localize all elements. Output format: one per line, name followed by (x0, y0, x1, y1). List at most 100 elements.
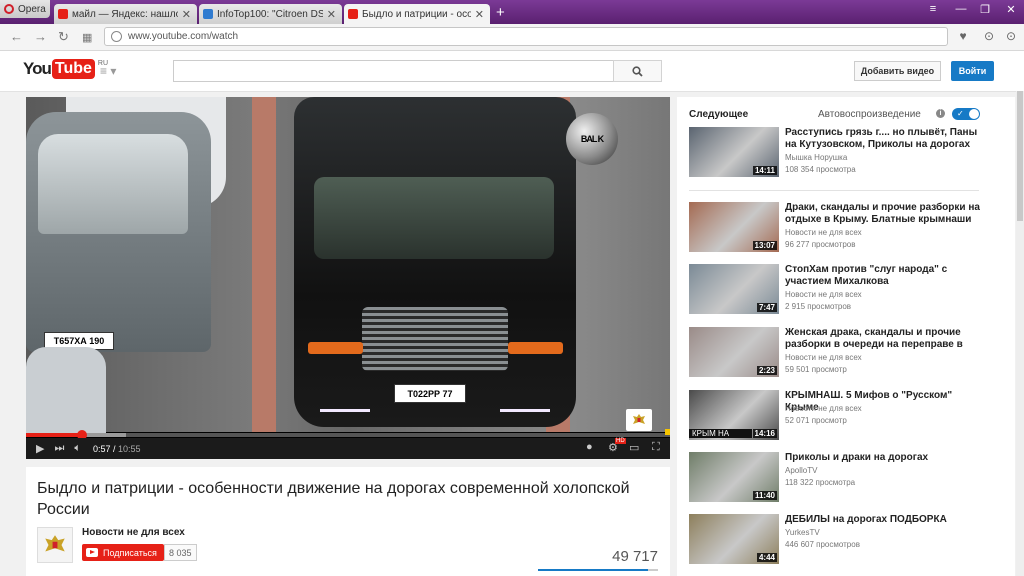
video-thumbnail[interactable]: 4:44 (689, 514, 779, 564)
opera-menu-label: Opera (18, 3, 46, 15)
tab-title: майл — Яндекс: нашлось (72, 8, 178, 20)
related-video-title[interactable]: ДЕБИЛЫ на дорогах ПОДБОРКА (785, 514, 983, 526)
related-video-title[interactable]: СтопХам против "слуг народа" с участием … (785, 264, 983, 288)
extension-icon[interactable]: ⊙ (1003, 28, 1019, 44)
grey-car: Т657ХА 190 (26, 112, 211, 352)
like-ratio-bar (538, 569, 658, 571)
browser-tab-3-active[interactable]: Быдло и патриции - особ ✕ (344, 4, 490, 24)
duration-badge: 2:23 (756, 366, 777, 375)
video-title: Быдло и патриции - особенности движение … (37, 480, 630, 518)
close-window-icon[interactable]: ✕ (998, 0, 1024, 18)
annotations-icon[interactable]: ● (586, 441, 593, 453)
logo-you: You (23, 59, 52, 78)
hd-badge: HD (615, 438, 626, 444)
related-video-title[interactable]: Приколы и драки на дорогах (785, 452, 983, 464)
related-video-views: 108 354 просмотра (785, 165, 856, 174)
url-text: www.youtube.com/watch (128, 31, 239, 42)
video-thumbnail[interactable]: 14:11 (689, 127, 779, 177)
related-video-title[interactable]: Расступись грязь г.... но плывёт, Паны н… (785, 127, 983, 151)
info-icon[interactable]: i (936, 109, 945, 118)
subscribe-button[interactable]: Подписаться (82, 544, 164, 561)
opera-menu-button[interactable]: Opera (0, 0, 50, 18)
autoplay-label: Автовоспроизведение (818, 109, 921, 120)
speed-dial-icon[interactable]: ▦ (82, 31, 92, 44)
toggle-knob (969, 109, 979, 119)
search-icon (632, 65, 643, 77)
related-video-item[interactable]: 14:11 Расступись грязь г.... но плывёт, П… (689, 127, 989, 181)
scrollbar-thumb[interactable] (1017, 91, 1023, 221)
logo-tube: Tube (51, 59, 95, 79)
fullscreen-icon[interactable]: ⛶ (652, 441, 660, 454)
related-video-item[interactable]: 11:40 Приколы и драки на дорогах ApolloTV 1… (689, 452, 989, 506)
youtube-header: You Tube RU ≡ ▾ Добавить видео Войти (0, 51, 1024, 92)
guide-menu-icon[interactable]: ≡ ▾ (100, 64, 116, 78)
browser-tab-2[interactable]: InfoTop100: "Citroen DS5 ✕ (199, 4, 342, 24)
theater-mode-icon[interactable]: ▭ (629, 441, 639, 454)
time-display: 0:57 / 10:55 (92, 443, 141, 454)
reload-icon[interactable]: ↻ (58, 29, 69, 45)
youtube-logo[interactable]: You Tube RU (23, 59, 108, 79)
related-video-views: 446 607 просмотров (785, 540, 860, 549)
next-icon[interactable]: ⏭ (54, 442, 64, 455)
heart-icon[interactable]: ♥ (955, 28, 971, 44)
related-video-views: 96 277 просмотров (785, 240, 856, 249)
video-thumbnail[interactable]: КРЫМ НА 14:16 (689, 390, 779, 440)
download-icon[interactable]: ⊙ (981, 28, 997, 44)
channel-name[interactable]: Новости не для всех (82, 527, 185, 538)
new-tab-button[interactable]: + (496, 4, 505, 21)
address-bar: ← → ↻ ▦ www.youtube.com/watch ♥ ⊙ ⊙ (0, 24, 1024, 51)
browser-tab-1[interactable]: майл — Яндекс: нашлось ✕ (54, 4, 197, 24)
progress-bar[interactable] (26, 429, 670, 440)
sign-in-button[interactable]: Войти (951, 61, 994, 81)
related-video-views: 118 322 просмотра (785, 478, 856, 487)
related-video-item[interactable]: 2:23 Женская драка, скандалы и прочие раз… (689, 327, 989, 381)
played-bar (26, 433, 83, 437)
forward-icon[interactable]: → (34, 29, 47, 44)
tab-title: InfoTop100: "Citroen DS5 (217, 8, 323, 20)
infotop-favicon-icon (203, 9, 213, 19)
tab-menu-icon[interactable]: ≡ (920, 0, 946, 18)
maximize-icon[interactable]: ❐ (974, 0, 996, 18)
related-video-title[interactable]: Драки, скандалы и прочие разборки на отд… (785, 202, 983, 226)
duration-badge: 13:07 (752, 241, 777, 250)
back-icon[interactable]: ← (10, 29, 23, 44)
related-video-title[interactable]: Женская драка, скандалы и прочие разборк… (785, 327, 983, 351)
related-video-item[interactable]: КРЫМ НА 14:16 КРЫМНАШ. 5 Мифов о "Русском"… (689, 390, 989, 444)
play-icon[interactable]: ▶ (36, 442, 44, 455)
volume-icon[interactable]: 🔈︎ (74, 442, 81, 455)
search-button[interactable] (613, 60, 662, 82)
opera-logo-icon (4, 4, 14, 14)
thumbnail-caption: КРЫМ НА (689, 429, 752, 438)
video-thumbnail[interactable]: 2:23 (689, 327, 779, 377)
channel-avatar[interactable] (37, 527, 73, 563)
autoplay-toggle[interactable]: ✓ (952, 108, 980, 120)
related-video-channel: Новости не для всех (785, 290, 862, 299)
close-tab-icon[interactable]: ✕ (475, 8, 484, 21)
channel-emblem-icon[interactable] (626, 409, 652, 431)
player-controls: ▶ ⏭ 🔈︎ 0:57 / 10:55 ● ⚙ HD ▭ ⛶ (26, 438, 670, 459)
view-count: 49 717 (612, 548, 658, 565)
subscriber-count: 8 035 (164, 544, 197, 561)
duration: 10:55 (118, 443, 141, 454)
related-video-item[interactable]: 4:44 ДЕБИЛЫ на дорогах ПОДБОРКА YurkesTV 44… (689, 514, 989, 568)
page-scrollbar[interactable] (1016, 91, 1024, 576)
related-video-item[interactable]: 7:47 СтопХам против "слуг народа" с участ… (689, 264, 989, 318)
url-field[interactable]: www.youtube.com/watch (104, 27, 948, 46)
youtube-favicon-icon (348, 9, 358, 19)
related-video-channel: ApolloTV (785, 466, 818, 475)
search-input[interactable] (173, 60, 614, 82)
video-thumbnail[interactable]: 7:47 (689, 264, 779, 314)
video-player[interactable]: Т657ХА 190 Т022РР 77 BAL K ▶ ⏭ 🔈︎ 0:57 /… (26, 97, 670, 459)
related-video-item[interactable]: 13:07 Драки, скандалы и прочие разборки н… (689, 202, 989, 256)
car-windshield (38, 134, 188, 234)
close-tab-icon[interactable]: ✕ (327, 8, 336, 21)
up-next-heading: Следующее (689, 109, 749, 120)
video-thumbnail[interactable]: 13:07 (689, 202, 779, 252)
upload-button[interactable]: Добавить видео (854, 61, 941, 81)
related-video-views: 59 501 просмотр (785, 365, 847, 374)
minimize-icon[interactable]: — (950, 0, 972, 18)
channel-watermark-ball: BAL K (566, 113, 618, 165)
video-thumbnail[interactable]: 11:40 (689, 452, 779, 502)
close-tab-icon[interactable]: ✕ (182, 8, 191, 21)
current-time: 0:57 (92, 443, 111, 454)
